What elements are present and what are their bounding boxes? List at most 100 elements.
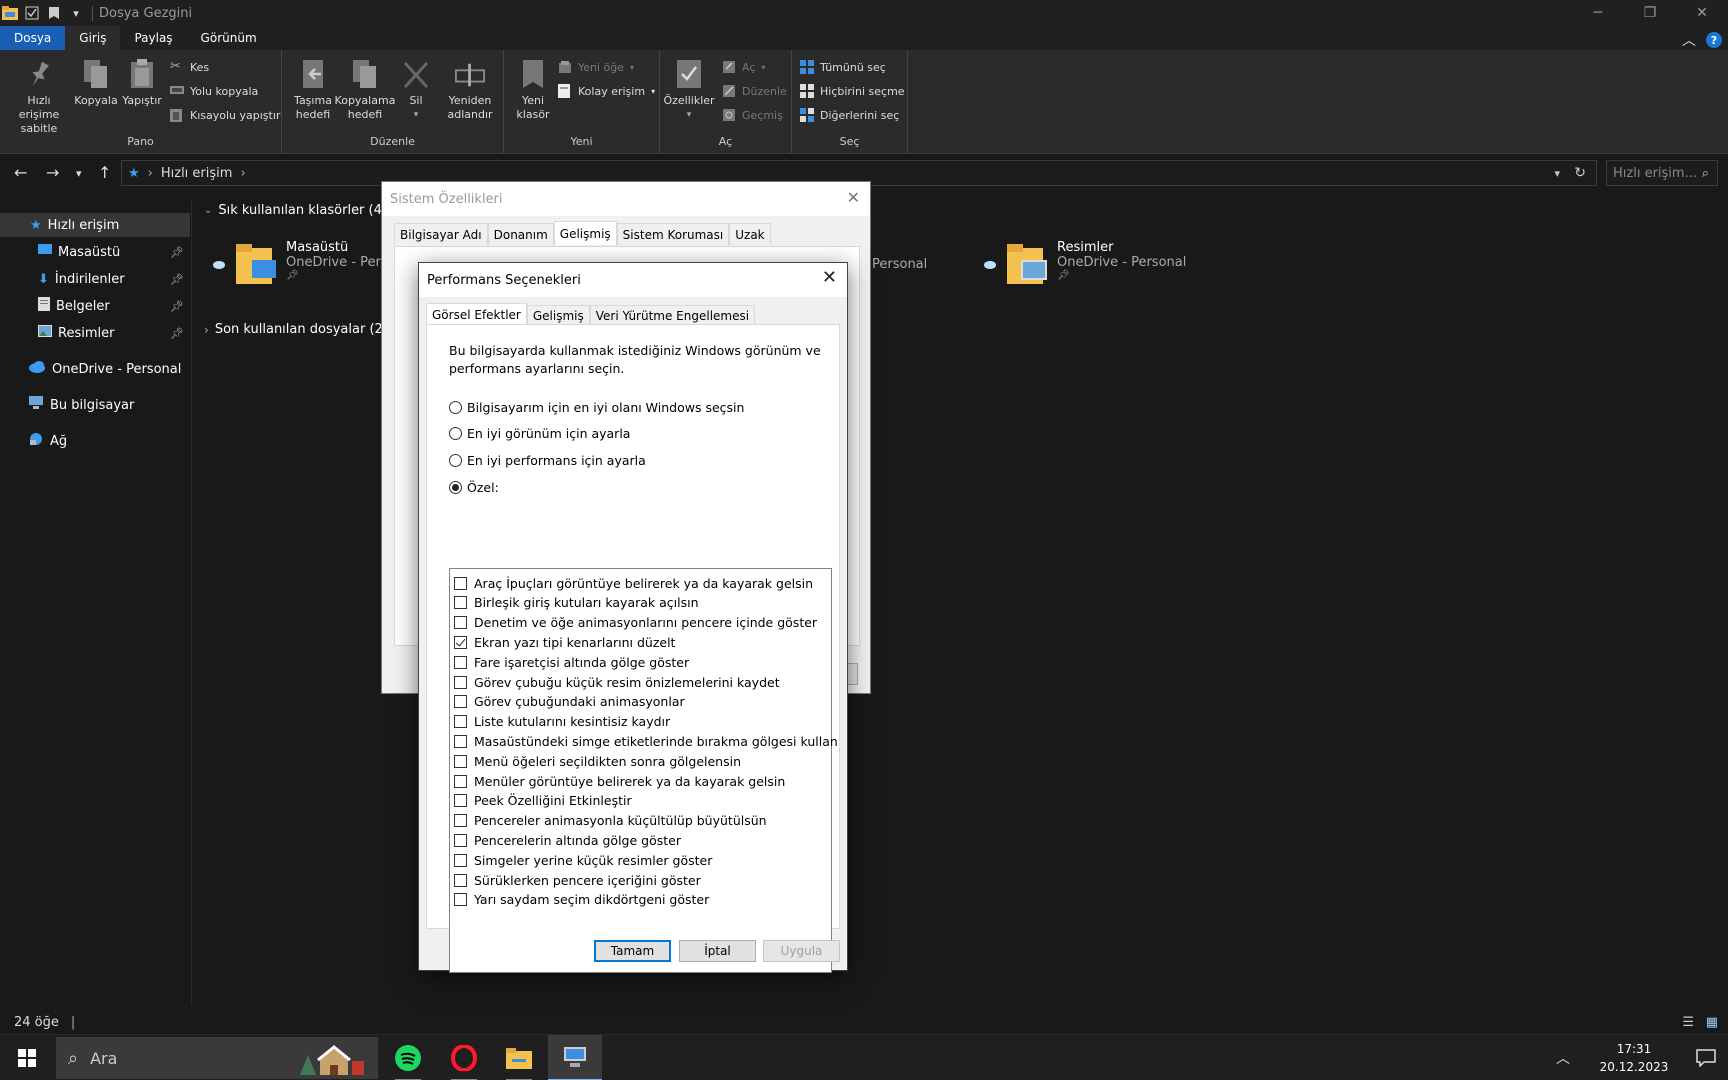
tab-hardware[interactable]: Donanım (487, 223, 554, 245)
close-button[interactable]: ✕ (1676, 0, 1728, 26)
tab-giris[interactable]: Giriş (65, 26, 121, 50)
visual-effect-option[interactable]: Simgeler yerine küçük resimler göster (454, 851, 712, 869)
back-arrow-icon[interactable]: ← (14, 163, 27, 182)
checkbox-unchecked-icon[interactable] (454, 774, 467, 788)
notifications-icon[interactable] (1684, 1049, 1728, 1067)
tab-paylas[interactable]: Paylaş (120, 26, 186, 50)
breadcrumb-quick-access[interactable]: Hızlı erişim (161, 166, 233, 181)
checkbox-unchecked-icon[interactable] (454, 873, 467, 887)
new-item-button[interactable]: Yeni öğe ▾ (558, 57, 634, 77)
visual-effect-option[interactable]: Denetim ve öğe animasyonlarını pencere i… (454, 614, 817, 632)
tab-gorunum[interactable]: Görünüm (187, 26, 271, 50)
move-to-button[interactable]: Taşıma hedefi (288, 56, 338, 122)
checkbox-unchecked-icon[interactable] (454, 833, 467, 847)
tab-advanced[interactable]: Gelişmiş (526, 305, 590, 325)
visual-effect-option[interactable]: Pencerelerin altında gölge göster (454, 831, 681, 849)
checkbox-unchecked-icon[interactable] (454, 754, 467, 768)
new-folder-qa-icon[interactable] (46, 5, 62, 21)
visual-effect-option[interactable]: Yarı saydam seçim dikdörtgeni göster (454, 891, 709, 909)
radio-option[interactable]: En iyi performans için ayarla (449, 453, 646, 468)
edit-button[interactable]: Düzenle (722, 81, 787, 101)
cancel-button[interactable]: İptal (679, 940, 756, 962)
customize-qa-chevron-icon[interactable]: ▾ (68, 5, 84, 21)
easy-access-button[interactable]: Kolay erişim ▾ (558, 81, 655, 101)
checkbox-unchecked-icon[interactable] (454, 715, 467, 729)
properties-chevron-icon[interactable]: ▾ (687, 108, 692, 122)
clock[interactable]: 17:31 20.12.2023 (1584, 1040, 1684, 1076)
tab-remote[interactable]: Uzak (729, 223, 771, 245)
restore-button[interactable]: ❐ (1624, 0, 1676, 26)
sidebar-item-desktop[interactable]: Masaüstü 📌︎ (0, 240, 190, 264)
folder-tile-pictures[interactable]: Resimler OneDrive - Personal 📌︎ (983, 240, 1186, 291)
sidebar-item-downloads[interactable]: ⬇ İndirilenler 📌︎ (0, 267, 190, 291)
sidebar-item-this-pc[interactable]: Bu bilgisayar (0, 393, 190, 417)
sidebar-item-quick-access[interactable]: ★ Hızlı erişim (0, 213, 190, 237)
checkbox-unchecked-icon[interactable] (454, 695, 467, 709)
visual-effect-option[interactable]: Araç İpuçları görüntüye belirerek ya da … (454, 574, 813, 592)
radio-option[interactable]: Bilgisayarım için en iyi olanı Windows s… (449, 400, 744, 415)
invert-selection-button[interactable]: Diğerlerini seç (800, 105, 899, 125)
visual-effect-option[interactable]: Birleşik giriş kutuları kayarak açılsın (454, 594, 699, 612)
search-box[interactable]: Hızlı erişim... ⌕ (1606, 160, 1718, 186)
checkbox-unchecked-icon[interactable] (454, 794, 467, 808)
copy-path-button[interactable]: Yolu kopyala (170, 81, 258, 101)
collapse-ribbon-chevron-icon[interactable]: ︿ (1682, 30, 1696, 50)
sidebar-item-onedrive[interactable]: OneDrive - Personal (0, 357, 190, 381)
sidebar-item-documents[interactable]: Belgeler 📌︎ (0, 294, 190, 318)
folder-tile-partial[interactable]: Personal (872, 257, 927, 272)
recent-files-header[interactable]: › Son kullanılan dosyalar (20) (204, 322, 396, 337)
select-none-button[interactable]: Hiçbirini seçme (800, 81, 905, 101)
taskbar-system-properties[interactable] (548, 1035, 602, 1080)
sidebar-item-pictures[interactable]: Resimler 📌︎ (0, 321, 190, 345)
paste-button[interactable]: Yapıştır (120, 56, 164, 108)
refresh-icon[interactable]: ↻ (1574, 165, 1586, 181)
visual-effect-option[interactable]: Liste kutularını kesintisiz kaydır (454, 713, 670, 731)
checkbox-unchecked-icon[interactable] (454, 734, 467, 748)
checkbox-unchecked-icon[interactable] (454, 616, 467, 630)
checkbox-unchecked-icon[interactable] (454, 675, 467, 689)
visual-effects-list[interactable]: Araç İpuçları görüntüye belirerek ya da … (449, 568, 838, 973)
radio-selected-icon[interactable] (449, 481, 462, 494)
details-view-icon[interactable]: ☰ (1682, 1015, 1694, 1030)
tab-advanced[interactable]: Gelişmiş (553, 221, 617, 245)
tab-computer-name[interactable]: Bilgisayar Adı (394, 223, 488, 245)
taskbar-file-explorer[interactable] (492, 1035, 546, 1080)
visual-effect-option[interactable]: Görev çubuğundaki animasyonlar (454, 693, 685, 711)
visual-effect-option[interactable]: Menü öğeleri seçildikten sonra gölgelens… (454, 752, 741, 770)
paste-shortcut-button[interactable]: Kısayolu yapıştır (170, 105, 280, 125)
open-button[interactable]: Aç ▾ (722, 57, 765, 77)
large-icons-view-icon[interactable]: ▦ (1706, 1015, 1718, 1030)
forward-arrow-icon[interactable]: → (46, 163, 59, 182)
visual-effect-option[interactable]: Fare işaretçisi altında gölge göster (454, 653, 689, 671)
visual-effect-option[interactable]: Pencereler animasyonla küçültülüp büyütü… (454, 812, 767, 830)
tab-dosya[interactable]: Dosya (0, 26, 66, 50)
properties-button[interactable]: Özellikler ▾ (663, 56, 715, 122)
sidebar-item-network[interactable]: Ağ (0, 429, 190, 453)
radio-unselected-icon[interactable] (449, 454, 462, 467)
taskbar-spotify[interactable] (381, 1035, 435, 1080)
history-button[interactable]: Geçmiş (722, 105, 783, 125)
checkbox-unchecked-icon[interactable] (454, 814, 467, 828)
performance-options-close-icon[interactable]: ✕ (822, 267, 837, 288)
frequent-folders-header[interactable]: ⌄ Sık kullanılan klasörler (4) (204, 203, 387, 218)
radio-option[interactable]: En iyi görünüm için ayarla (449, 426, 630, 441)
tab-visual-effects[interactable]: Görsel Efektler (426, 303, 527, 325)
recent-locations-chevron-icon[interactable]: ▾ (76, 167, 82, 180)
folder-tile-desktop[interactable]: Masaüstü OneDrive - Pers 📌︎ (212, 240, 388, 291)
checkbox-unchecked-icon[interactable] (454, 853, 467, 867)
show-hidden-icons-chevron-icon[interactable]: ︿ (1556, 1048, 1570, 1068)
ok-button[interactable]: Tamam (594, 940, 671, 962)
copy-to-button[interactable]: Kopyalama hedefi (334, 56, 396, 122)
delete-button[interactable]: Sil ▾ (402, 56, 430, 122)
visual-effect-option[interactable]: Görev çubuğu küçük resim önizlemelerini … (454, 673, 780, 691)
properties-qa-icon[interactable] (24, 5, 40, 21)
visual-effect-option[interactable]: Sürüklerken pencere içeriğini göster (454, 871, 701, 889)
pin-quick-access-button[interactable]: Hızlı erişime sabitle (6, 56, 72, 136)
cut-button[interactable]: ✂ Kes (170, 57, 209, 77)
visual-effect-option[interactable]: Masaüstündeki simge etiketlerinde bırakm… (454, 732, 838, 750)
minimize-button[interactable]: ─ (1572, 0, 1624, 26)
tab-system-protection[interactable]: Sistem Koruması (616, 223, 730, 245)
up-arrow-icon[interactable]: ↑ (98, 163, 111, 182)
taskbar-search[interactable]: ⌕ Ara (56, 1037, 378, 1079)
taskbar-opera[interactable] (437, 1035, 491, 1080)
